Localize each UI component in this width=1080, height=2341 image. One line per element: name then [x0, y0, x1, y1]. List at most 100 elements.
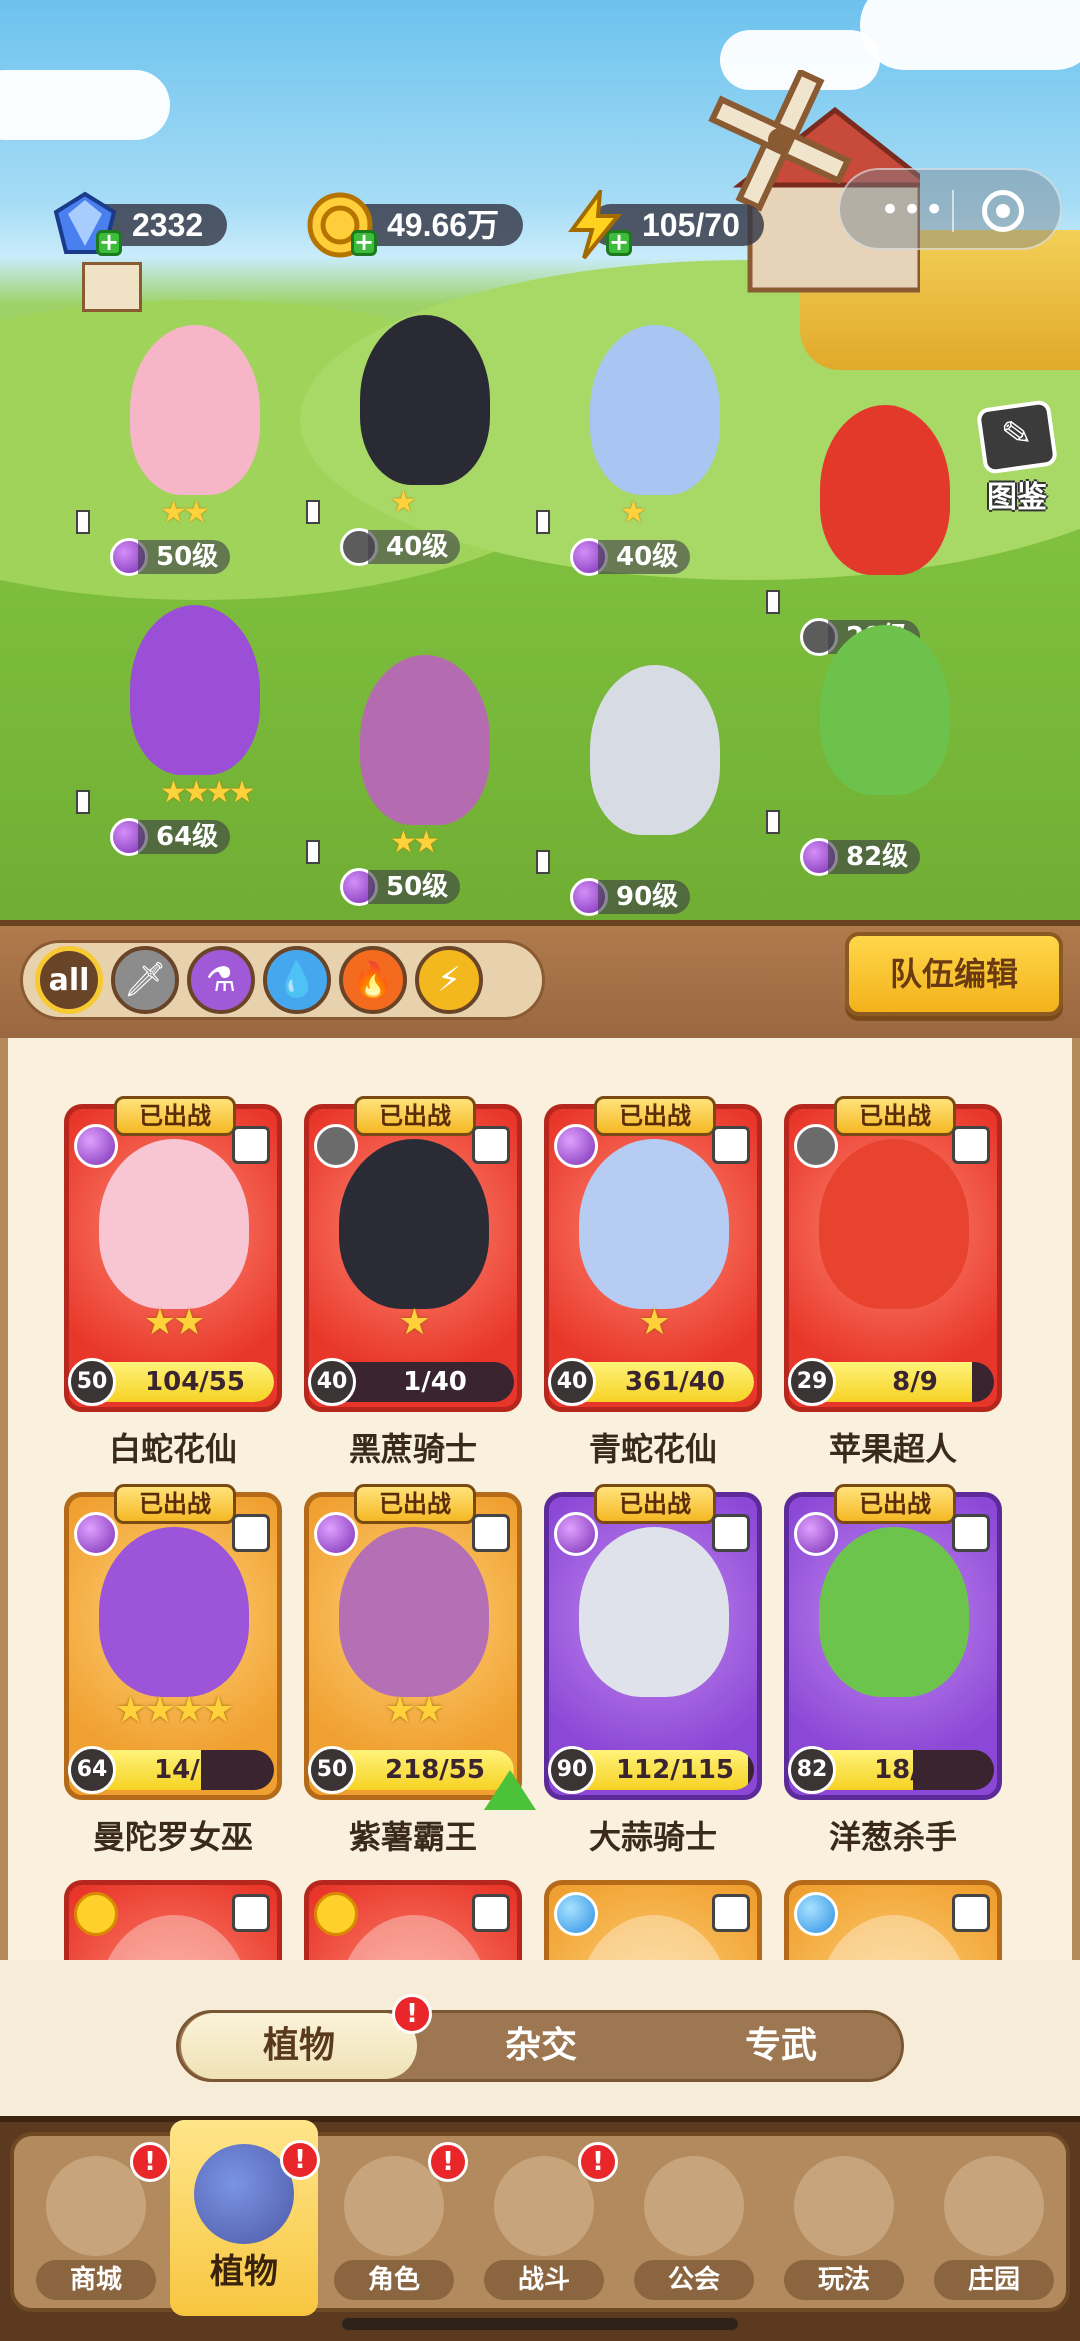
formation-hero[interactable]: ★ 40级	[570, 325, 740, 576]
team-edit-button[interactable]: 队伍编辑	[845, 932, 1063, 1016]
hero-level: 64级	[110, 815, 231, 859]
add-energy-icon[interactable]: +	[606, 230, 632, 256]
formation-hero[interactable]: 29级	[800, 405, 970, 656]
potion-icon	[74, 1124, 118, 1168]
slot-shape-icon	[712, 1514, 750, 1552]
star-rating: ★★	[390, 825, 440, 860]
alert-badge: !	[428, 2142, 468, 2182]
slot-shape-icon	[232, 1126, 270, 1164]
character-icon	[344, 2156, 444, 2256]
capsule-divider	[952, 190, 954, 232]
shard-count: 112/115	[615, 1755, 735, 1785]
tab-plants[interactable]: 植物	[181, 2013, 417, 2079]
lightning-icon	[74, 1892, 118, 1936]
plant-card[interactable]: 已出战 ★★★★ 14/22 64	[64, 1484, 282, 1800]
hero-level: 90级	[570, 875, 691, 919]
plant-card[interactable]	[304, 1880, 522, 1960]
nav-guild[interactable]: 公会	[620, 2136, 768, 2316]
coin-counter[interactable]: + 49.66万	[305, 192, 524, 258]
lightning-filter-icon[interactable]: ⚡	[415, 946, 483, 1014]
formation-hero[interactable]: ★★ 50级	[340, 655, 510, 906]
slot-marker	[766, 590, 780, 614]
tab-hybrid[interactable]: 杂交	[423, 2013, 659, 2079]
gem-counter[interactable]: + 2332	[50, 191, 228, 256]
slot-shape-icon	[952, 1894, 990, 1932]
coin-icon: +	[305, 190, 377, 260]
formation-hero[interactable]: ★ 40级	[340, 315, 510, 566]
add-gems-icon[interactable]: +	[96, 230, 122, 256]
plants-icon	[194, 2144, 294, 2244]
nav-manor[interactable]: 庄园	[920, 2136, 1068, 2316]
nav-label: 战斗	[484, 2260, 604, 2300]
card-level: 29	[788, 1358, 836, 1406]
plant-portrait	[339, 1139, 489, 1309]
potion-icon[interactable]: ⚗	[187, 946, 255, 1014]
alert-badge: !	[130, 2142, 170, 2182]
filter-all[interactable]: all	[35, 946, 103, 1014]
formation-hero[interactable]: ★★ 50级	[110, 325, 280, 576]
plant-name: 白蛇花仙	[108, 1430, 237, 1468]
formation-hero[interactable]: ★★★★ 64级	[110, 605, 280, 856]
close-target-icon[interactable]	[982, 190, 1024, 232]
plant-card[interactable]: 已出战 8/9 29	[784, 1096, 1002, 1412]
plant-card[interactable]	[544, 1880, 762, 1960]
slot-shape-icon	[472, 1514, 510, 1552]
formation-hero[interactable]: 82级	[800, 625, 970, 876]
nav-characters[interactable]: 角色 !	[320, 2136, 468, 2316]
more-icon[interactable]: •••	[880, 193, 946, 227]
plant-portrait	[579, 1139, 729, 1309]
hero-level-text: 40级	[598, 540, 691, 574]
battle-icon	[494, 2156, 594, 2256]
nav-gameplay[interactable]: 玩法	[770, 2136, 918, 2316]
hero-level-text: 50级	[138, 540, 231, 574]
card-level: 50	[68, 1358, 116, 1406]
plant-card[interactable]: 已出战 ★★ 218/55 50	[304, 1484, 536, 1810]
nav-battle[interactable]: 战斗 !	[470, 2136, 618, 2316]
hero-sprite	[820, 625, 950, 795]
plant-portrait	[579, 1915, 729, 1960]
gem-icon: +	[50, 190, 122, 260]
energy-counter[interactable]: + 105/70	[560, 185, 764, 260]
slot-marker	[306, 840, 320, 864]
hero-level-text: 64级	[138, 820, 231, 854]
tab-exclusive-weapon[interactable]: 专武	[663, 2013, 899, 2079]
water-drop-icon[interactable]: 💧	[263, 946, 331, 1014]
shard-count: 104/55	[145, 1367, 245, 1397]
hero-level-text: 82级	[828, 840, 921, 874]
plant-card[interactable]	[64, 1880, 282, 1960]
codex-button[interactable]: 图鉴	[972, 399, 1062, 515]
formation-hero[interactable]: 90级	[570, 665, 740, 916]
hero-sprite	[590, 665, 720, 835]
potion-icon	[554, 1512, 598, 1556]
plant-portrait	[579, 1527, 729, 1697]
plant-portrait	[339, 1915, 489, 1960]
hero-level: 40级	[570, 535, 691, 579]
plant-card[interactable]: 已出战 ★ 1/40 40	[304, 1096, 522, 1412]
nav-label: 庄园	[934, 2260, 1054, 2300]
add-coins-icon[interactable]: +	[351, 230, 377, 256]
codex-label: 图鉴	[987, 480, 1047, 515]
nav-label: 植物	[210, 2252, 278, 2292]
nav-plants[interactable]: 植物 !	[170, 2120, 320, 2316]
plant-portrait	[819, 1915, 969, 1960]
fire-icon[interactable]: 🔥	[339, 946, 407, 1014]
deployed-tag: 已出战	[594, 1484, 716, 1524]
hero-sprite	[360, 315, 490, 485]
plant-card[interactable]	[784, 1880, 1002, 1960]
slot-shape-icon	[712, 1894, 750, 1932]
plant-card[interactable]: 已出战 ★ 361/40 40	[544, 1096, 762, 1412]
plant-portrait	[819, 1139, 969, 1309]
plant-name: 青蛇花仙	[588, 1430, 717, 1468]
sword-icon[interactable]: 🗡	[111, 946, 179, 1014]
plant-card[interactable]: 已出战 ★★ 104/55 50	[64, 1096, 282, 1412]
lightning-icon	[314, 1892, 358, 1936]
alert-badge: !	[280, 2140, 320, 2180]
plant-card[interactable]: 已出战 112/115 90	[544, 1484, 762, 1800]
nav-shop[interactable]: 商城 !	[22, 2136, 170, 2316]
plant-card[interactable]: 已出战 18/30 82	[784, 1484, 1002, 1800]
deployed-tag: 已出战	[834, 1484, 956, 1524]
water-drop-icon	[554, 1892, 598, 1936]
plant-portrait	[339, 1527, 489, 1697]
deployed-tag: 已出战	[354, 1096, 476, 1136]
plant-name: 大蒜骑士	[588, 1818, 717, 1856]
